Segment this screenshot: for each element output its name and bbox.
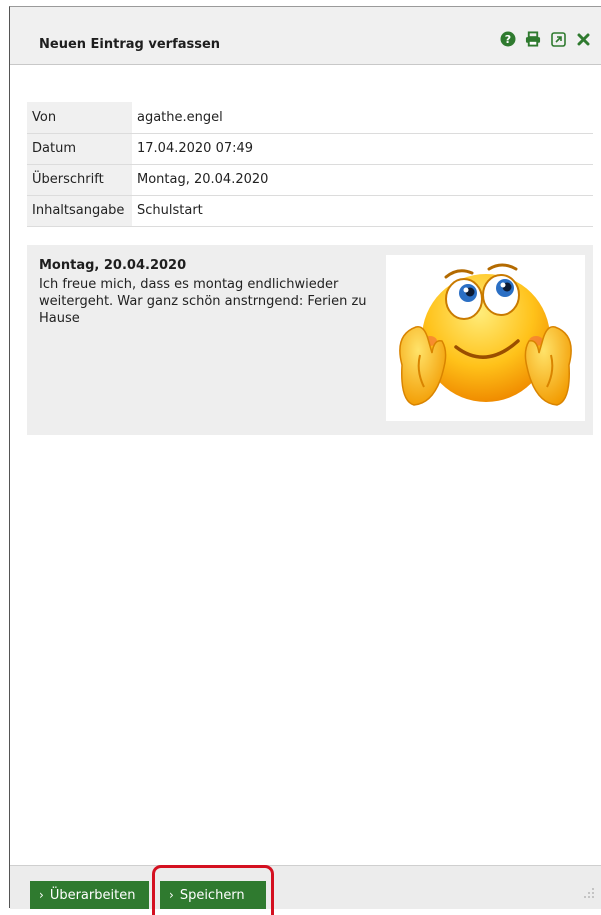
chevron-right-icon: › (39, 888, 44, 902)
entry-text: Ich freue mich, dass es montag endlichwi… (39, 277, 367, 326)
meta-row-inhaltsangabe: Inhaltsangabe Schulstart (27, 195, 593, 226)
external-link-icon[interactable] (550, 31, 566, 47)
entry-preview-card: Montag, 20.04.2020 Ich freue mich, dass … (27, 245, 593, 435)
meta-value: agathe.engel (137, 109, 223, 125)
meta-value: Montag, 20.04.2020 (137, 172, 269, 187)
smiley-image (386, 255, 585, 421)
meta-value: Schulstart (137, 203, 203, 218)
help-icon[interactable]: ? (500, 31, 516, 47)
meta-label: Von (27, 102, 132, 133)
dialog-title: Neuen Eintrag verfassen (39, 37, 221, 52)
print-icon[interactable] (525, 31, 541, 47)
close-icon[interactable] (575, 31, 591, 47)
dialog-footer: › Überarbeiten › Speichern (10, 865, 601, 909)
entry-title: Montag, 20.04.2020 (39, 258, 187, 273)
meta-label: Datum (27, 133, 132, 164)
titlebar-actions: ? (500, 31, 591, 47)
meta-row-ueberschrift: Überschrift Montag, 20.04.2020 (27, 164, 593, 195)
meta-value: 17.04.2020 07:49 (137, 141, 254, 156)
edit-button[interactable]: › Überarbeiten (30, 881, 149, 909)
dialog-window: Neuen Eintrag verfassen ? Von agathe.eng… (9, 6, 601, 915)
meta-label: Überschrift (27, 164, 132, 195)
meta-row-datum: Datum 17.04.2020 07:49 (27, 133, 593, 164)
edit-button-label: Überarbeiten (49, 887, 136, 903)
entry-meta-table: Von agathe.engel Datum 17.04.2020 07:49 … (27, 102, 593, 227)
meta-row-von: Von agathe.engel (27, 102, 593, 133)
svg-text:?: ? (505, 33, 511, 46)
resize-grip-icon[interactable] (583, 884, 595, 903)
dialog-titlebar: Neuen Eintrag verfassen ? (10, 7, 601, 65)
meta-label: Inhaltsangabe (27, 195, 132, 226)
